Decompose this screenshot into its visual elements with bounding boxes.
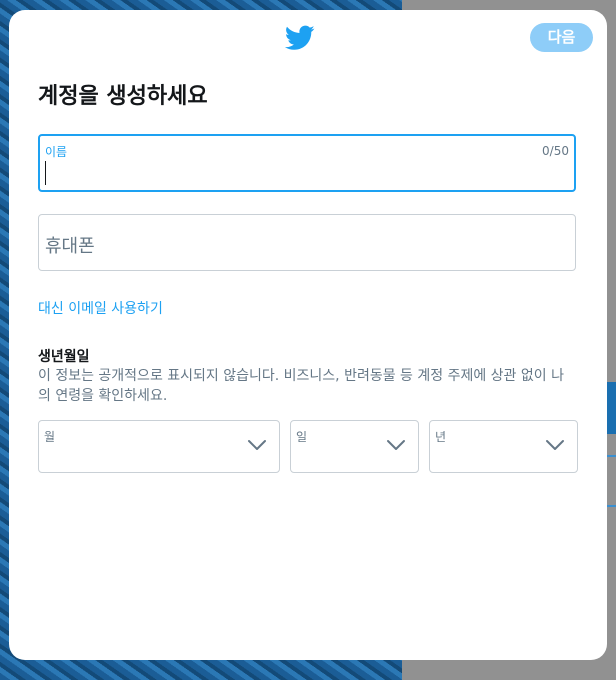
text-caret — [45, 161, 46, 185]
year-select-label: 년 — [435, 430, 447, 444]
next-button[interactable]: 다음 — [530, 23, 593, 52]
month-select[interactable]: 월 — [38, 420, 280, 473]
name-input-label: 이름 — [45, 145, 68, 159]
day-select-label: 일 — [296, 430, 308, 444]
phone-input[interactable]: 휴대폰 — [38, 214, 576, 271]
month-select-label: 월 — [44, 430, 56, 444]
name-input[interactable]: 이름 0/50 — [38, 134, 576, 192]
twitter-bird-icon — [285, 25, 315, 50]
chevron-down-icon — [248, 440, 266, 450]
character-counter: 0/50 — [542, 144, 569, 158]
day-select[interactable]: 일 — [290, 420, 419, 473]
chevron-down-icon — [546, 440, 564, 450]
use-email-link[interactable]: 대신 이메일 사용하기 — [38, 298, 163, 318]
dob-description: 이 정보는 공개적으로 표시되지 않습니다. 비즈니스, 반려동물 등 계정 주… — [38, 368, 564, 404]
dob-heading: 생년월일 — [38, 349, 90, 365]
page-title: 계정을 생성하세요 — [38, 84, 208, 109]
year-select[interactable]: 년 — [429, 420, 578, 473]
signup-modal: 다음 계정을 생성하세요 이름 0/50 휴대폰 대신 이메일 사용하기 생년월… — [9, 10, 607, 660]
phone-input-placeholder: 휴대폰 — [45, 236, 95, 257]
chevron-down-icon — [387, 440, 405, 450]
